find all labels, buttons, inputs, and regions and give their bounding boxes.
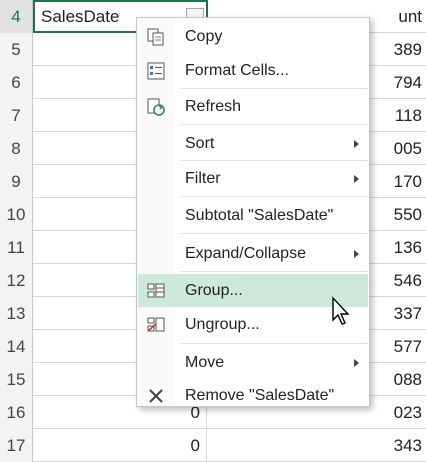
row-number[interactable]: 9 bbox=[0, 165, 33, 198]
copy-icon bbox=[147, 28, 164, 46]
cell-amount[interactable]: 343 bbox=[207, 429, 426, 462]
row-number[interactable]: 14 bbox=[0, 330, 33, 363]
row-number[interactable]: 17 bbox=[0, 429, 33, 462]
menu-item-refresh[interactable]: Refresh bbox=[137, 90, 369, 123]
menu-item-label: Copy bbox=[185, 28, 223, 45]
menu-separator bbox=[181, 124, 367, 125]
ungroup-icon bbox=[147, 317, 165, 332]
menu-separator bbox=[181, 233, 367, 234]
menu-item-label: Filter bbox=[185, 170, 221, 187]
remove-icon bbox=[149, 389, 163, 403]
menu-item-label: Sort bbox=[185, 135, 215, 152]
menu-item-label: Subtotal "SalesDate" bbox=[185, 207, 334, 224]
menu-item-remove[interactable]: Remove "SalesDate" bbox=[137, 379, 369, 412]
format-cells-icon bbox=[147, 62, 165, 80]
menu-item-subtotal[interactable]: Subtotal "SalesDate" bbox=[137, 199, 369, 232]
menu-item-filter[interactable]: Filter bbox=[137, 162, 369, 195]
row-number[interactable]: 13 bbox=[0, 297, 33, 330]
menu-item-label: Ungroup... bbox=[185, 316, 260, 333]
cell-salesdate[interactable]: 0 bbox=[33, 429, 207, 462]
menu-item-copy[interactable]: Copy bbox=[137, 20, 369, 53]
row-number[interactable]: 15 bbox=[0, 363, 33, 396]
row-number[interactable]: 12 bbox=[0, 264, 33, 297]
context-menu: Copy Format Cells... Refresh Sort Filter… bbox=[136, 17, 370, 407]
menu-separator bbox=[181, 271, 367, 272]
menu-item-label: Group... bbox=[185, 282, 243, 299]
menu-item-label: Remove "SalesDate" bbox=[185, 387, 335, 404]
menu-separator bbox=[181, 160, 367, 161]
menu-item-sort[interactable]: Sort bbox=[137, 127, 369, 160]
row-number[interactable]: 11 bbox=[0, 231, 33, 264]
menu-item-label: Expand/Collapse bbox=[185, 245, 306, 262]
menu-separator bbox=[181, 196, 367, 197]
menu-item-format-cells[interactable]: Format Cells... bbox=[137, 54, 369, 87]
submenu-arrow-icon bbox=[354, 175, 359, 183]
table-row: 17 0 343 bbox=[0, 429, 426, 462]
menu-item-move[interactable]: Move bbox=[137, 346, 369, 379]
row-number[interactable]: 4 bbox=[0, 0, 33, 33]
menu-item-expand-collapse[interactable]: Expand/Collapse bbox=[137, 237, 369, 270]
row-number[interactable]: 7 bbox=[0, 99, 33, 132]
menu-separator bbox=[181, 88, 367, 89]
row-number[interactable]: 16 bbox=[0, 396, 33, 429]
submenu-arrow-icon bbox=[354, 250, 359, 258]
row-number[interactable]: 6 bbox=[0, 66, 33, 99]
menu-item-label: Refresh bbox=[185, 98, 242, 115]
submenu-arrow-icon bbox=[354, 359, 359, 367]
group-icon bbox=[147, 283, 165, 298]
row-number[interactable]: 8 bbox=[0, 132, 33, 165]
menu-item-label: Format Cells... bbox=[185, 62, 290, 79]
mouse-pointer-icon bbox=[332, 296, 350, 325]
refresh-icon bbox=[147, 98, 165, 116]
submenu-arrow-icon bbox=[354, 140, 359, 148]
row-number[interactable]: 5 bbox=[0, 33, 33, 66]
row-number[interactable]: 10 bbox=[0, 198, 33, 231]
menu-item-label: Move bbox=[185, 354, 225, 371]
header-label: SalesDate bbox=[41, 7, 120, 26]
menu-separator bbox=[181, 343, 367, 344]
